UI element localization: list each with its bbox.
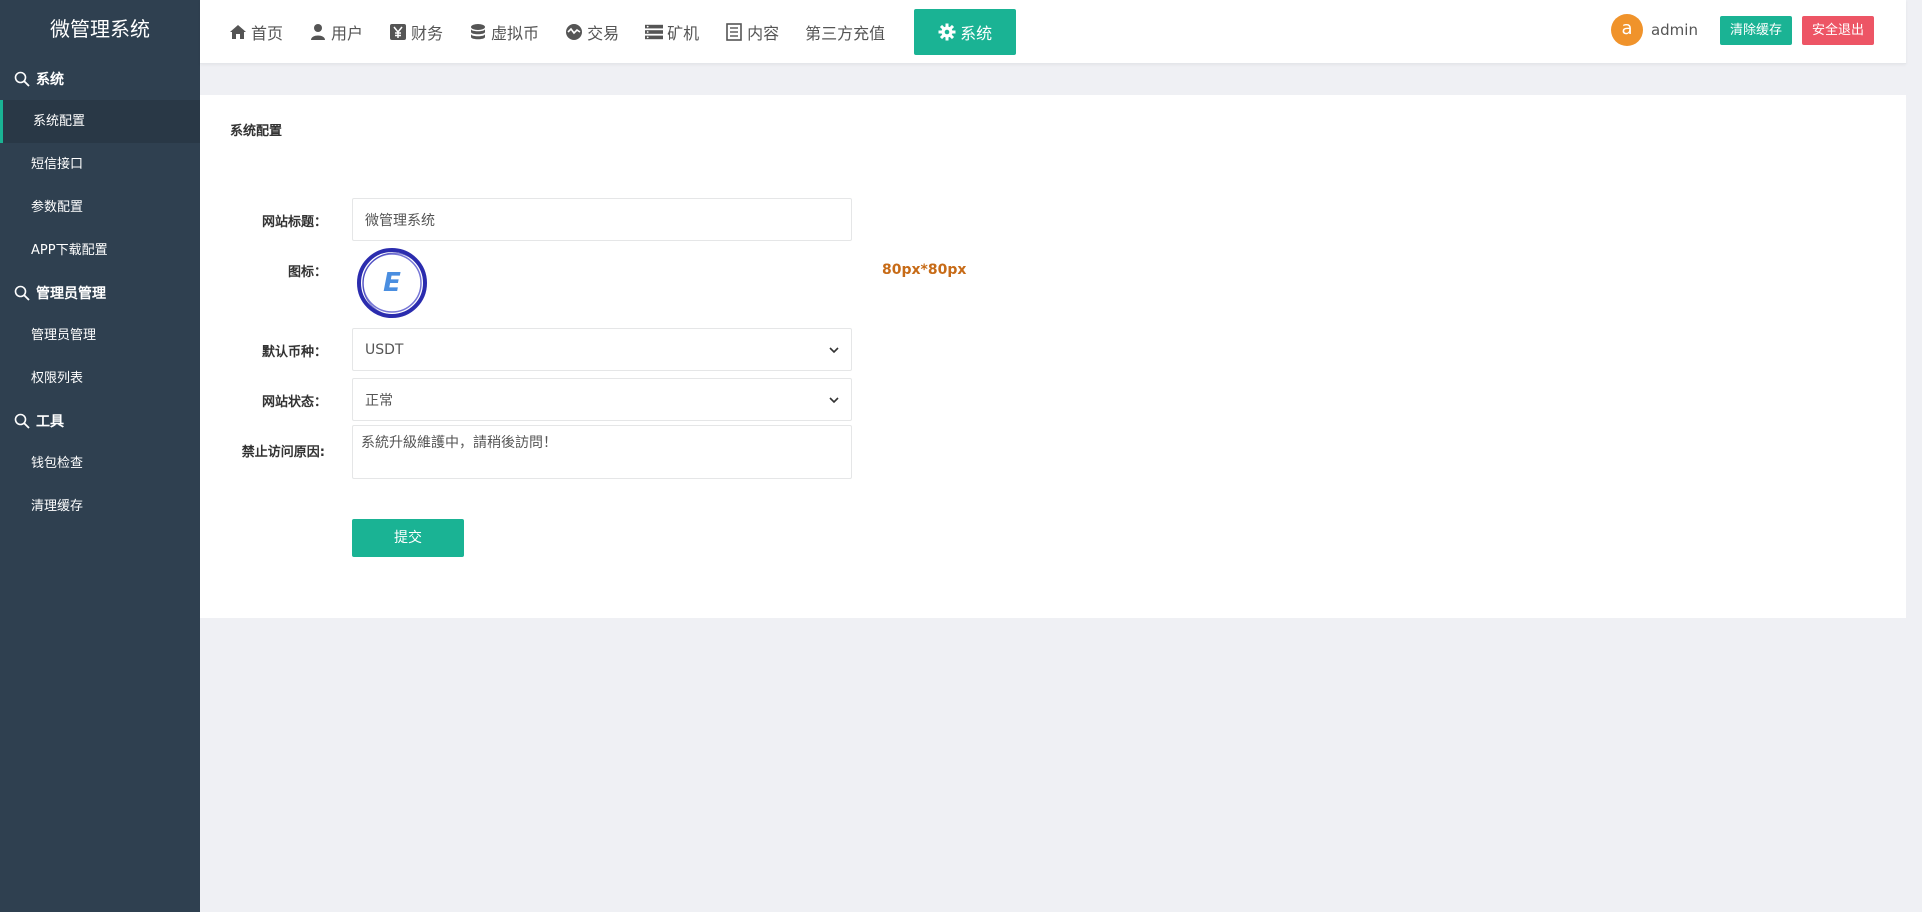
- reason-label: 禁止访问原因:: [241, 445, 325, 460]
- site-title-input[interactable]: 微管理系统: [352, 198, 852, 241]
- sidebar-item-clear-cache[interactable]: 清理缓存: [0, 485, 200, 528]
- status-select[interactable]: 正常: [352, 378, 852, 421]
- site-title-label: 网站标题：: [261, 215, 327, 230]
- menu-group-label: 系统: [36, 72, 64, 88]
- nav-trade[interactable]: 交易: [558, 9, 638, 55]
- menu-group-admin[interactable]: 管理员管理: [0, 272, 200, 314]
- logout-button[interactable]: 安全退出: [1801, 15, 1874, 45]
- content-panel: 系统配置 网站标题： 微管理系统 图标： E 80px*80px 默认币种： U…: [200, 95, 1906, 618]
- currency-value: USDT: [365, 341, 404, 358]
- nav-label: 矿机: [667, 24, 700, 43]
- nav-label: 内容: [747, 24, 780, 43]
- home-icon: [230, 25, 246, 39]
- yen-icon: [390, 24, 407, 40]
- nav-third-party-recharge[interactable]: 第三方充值: [798, 9, 904, 55]
- avatar[interactable]: a: [1610, 14, 1643, 46]
- main-nav: 首页 用户 财务 虚拟币 交易 矿机 内容 第三方充值 系统: [222, 0, 1017, 64]
- nav-label: 系统: [960, 24, 993, 43]
- status-label: 网站状态：: [261, 395, 327, 410]
- icon-size-hint: 80px*80px: [882, 262, 967, 278]
- nav-user[interactable]: 用户: [302, 9, 382, 55]
- nav-miner[interactable]: 矿机: [638, 9, 718, 55]
- nav-home[interactable]: 首页: [222, 9, 302, 55]
- nav-label: 交易: [587, 24, 620, 43]
- brand-title: 微管理系统: [50, 17, 150, 41]
- clear-cache-button[interactable]: 清除缓存: [1719, 15, 1792, 45]
- logo-letter: E: [383, 268, 401, 298]
- search-icon: [14, 413, 30, 429]
- server-icon: [645, 24, 664, 40]
- exchange-icon: [566, 24, 583, 40]
- nav-content[interactable]: 内容: [718, 9, 798, 55]
- currency-select[interactable]: USDT: [352, 328, 852, 371]
- search-icon: [14, 285, 30, 301]
- reason-textarea[interactable]: 系統升級維護中，請稍後訪問！: [352, 425, 852, 479]
- sidebar-item-admin-manage[interactable]: 管理员管理: [0, 314, 200, 357]
- sidebar-item-param-config[interactable]: 参数配置: [0, 186, 200, 229]
- sidebar-item-wallet-check[interactable]: 钱包检查: [0, 442, 200, 485]
- search-icon: [14, 71, 30, 87]
- status-value: 正常: [365, 392, 393, 409]
- gear-icon: [938, 23, 956, 41]
- username[interactable]: admin: [1651, 21, 1698, 39]
- menu-group-tools[interactable]: 工具: [0, 400, 200, 442]
- nav-label: 虚拟币: [491, 24, 540, 43]
- icon-label: 图标：: [287, 265, 327, 280]
- database-icon: [471, 24, 486, 40]
- list-icon: [726, 23, 742, 41]
- nav-label: 用户: [331, 24, 364, 43]
- nav-virtual-coin[interactable]: 虚拟币: [462, 9, 558, 55]
- chevron-down-icon: [829, 346, 839, 353]
- sidebar-item-sms-api[interactable]: 短信接口: [0, 143, 200, 186]
- user-area: a admin 清除缓存 安全退出: [1610, 14, 1874, 46]
- top-navbar: 首页 用户 财务 虚拟币 交易 矿机 内容 第三方充值 系统 a admin 清…: [200, 0, 1906, 64]
- nav-label: 财务: [411, 24, 444, 43]
- site-logo-icon[interactable]: E: [356, 247, 428, 319]
- menu-group-label: 工具: [36, 414, 64, 430]
- menu-group-system[interactable]: 系统: [0, 58, 200, 100]
- chevron-down-icon: [829, 396, 839, 403]
- submit-button[interactable]: 提交: [352, 519, 464, 557]
- nav-system[interactable]: 系统: [914, 9, 1017, 55]
- nav-label: 首页: [251, 24, 284, 43]
- nav-label: 第三方充值: [805, 24, 886, 43]
- panel-title: 系统配置: [230, 124, 283, 139]
- site-title-value: 微管理系统: [365, 212, 435, 229]
- menu-group-label: 管理员管理: [36, 286, 106, 302]
- nav-finance[interactable]: 财务: [382, 9, 462, 55]
- sidebar-item-app-download[interactable]: APP下载配置: [0, 229, 200, 272]
- sidebar-item-system-config[interactable]: 系统配置: [0, 100, 200, 143]
- reason-value: 系統升級維護中，請稍後訪問！: [361, 435, 557, 451]
- sidebar: 微管理系统 系统 系统配置 短信接口 参数配置 APP下载配置 管理员管理 管理…: [0, 0, 200, 912]
- sidebar-item-permission-list[interactable]: 权限列表: [0, 357, 200, 400]
- user-icon: [311, 24, 326, 40]
- currency-label: 默认币种：: [261, 345, 327, 360]
